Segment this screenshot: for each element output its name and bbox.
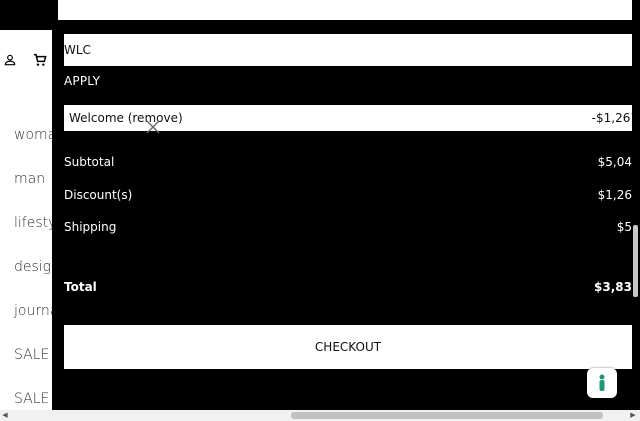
subtotal-value: $5,04 — [597, 155, 632, 169]
discounts-value: $1,26 — [597, 188, 632, 202]
shipping-value: $5 — [616, 220, 632, 234]
close-icon[interactable] — [146, 119, 160, 134]
scroll-right-arrow-icon[interactable]: ▶ — [628, 410, 638, 421]
background-page: woman man lifestyle design journal SALE … — [0, 30, 111, 410]
discount-remove-link[interactable]: Welcome (remove) — [69, 111, 183, 125]
subtotal-row: Subtotal $5,04 — [64, 155, 632, 169]
nav-item-man[interactable]: man — [14, 171, 45, 187]
discounts-row: Discount(s) $1,26 — [64, 188, 632, 202]
subtotal-label: Subtotal — [64, 155, 115, 169]
total-value: $3,83 — [594, 280, 632, 294]
shopping-cart-icon[interactable] — [32, 52, 48, 68]
shipping-label: Shipping — [64, 220, 117, 234]
vertical-scrollbar[interactable] — [632, 0, 640, 410]
scroll-left-arrow-icon[interactable]: ◀ — [0, 410, 10, 421]
applied-discount-row: Welcome (remove) -$1,261 — [64, 105, 638, 134]
checkout-button[interactable]: CHECKOUT — [64, 325, 632, 369]
discounts-label: Discount(s) — [64, 188, 133, 202]
horizontal-scrollbar-thumb[interactable] — [291, 412, 603, 419]
account-icon[interactable] — [3, 52, 17, 66]
apply-coupon-button[interactable]: APPLY — [64, 74, 100, 88]
coupon-code-input[interactable]: WLC — [64, 34, 632, 66]
vertical-scrollbar-thumb[interactable] — [633, 225, 638, 297]
drawer-top-field[interactable] — [58, 0, 632, 20]
cart-drawer: WLC APPLY Welcome (remove) -$1,261 Subto… — [52, 0, 640, 410]
accessibility-icon — [596, 374, 608, 392]
total-label: Total — [64, 280, 97, 294]
shipping-row: Shipping $5 — [64, 220, 632, 234]
total-row: Total $3,83 — [64, 280, 632, 294]
top-bar — [0, 0, 58, 30]
coupon-code-value: WLC — [64, 43, 91, 57]
help-button[interactable] — [587, 368, 617, 398]
